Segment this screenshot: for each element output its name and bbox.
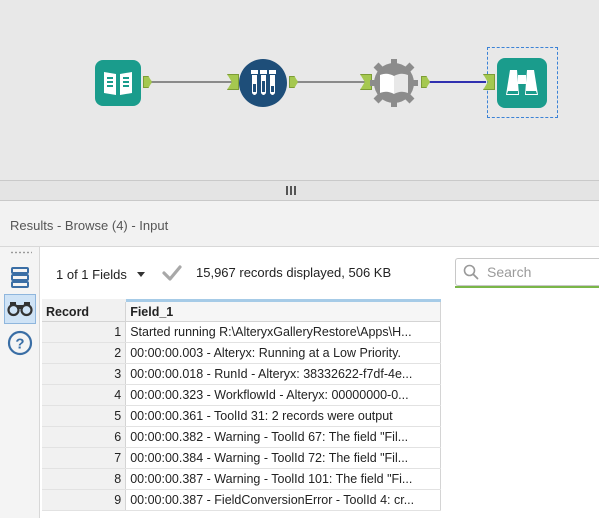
- gear-book-icon: [370, 59, 418, 107]
- run-command-tool[interactable]: [369, 58, 419, 108]
- record-number: 6: [42, 426, 127, 448]
- field-value-cell[interactable]: 00:00:00.361 - ToolId 31: 2 records were…: [125, 405, 441, 427]
- table-row[interactable]: 2 00:00:00.003 - Alteryx: Running at a Lo…: [42, 342, 441, 364]
- checkmark-icon[interactable]: [162, 264, 182, 282]
- connection-line[interactable]: [430, 81, 486, 83]
- caret-down-icon: [136, 271, 145, 277]
- help-icon: ?: [7, 330, 33, 356]
- input-tool[interactable]: [95, 60, 141, 106]
- search-icon: [463, 264, 479, 280]
- record-number: 3: [42, 363, 127, 385]
- results-header: Results - Browse (4) - Input: [0, 201, 599, 247]
- records-info: 15,967 records displayed, 506 KB: [196, 265, 392, 280]
- record-number: 7: [42, 447, 127, 469]
- table-row[interactable]: 4 00:00:00.323 - WorkflowId - Alteryx: 00…: [42, 384, 441, 406]
- output-anchor[interactable]: [143, 76, 152, 88]
- search-input[interactable]: [485, 263, 589, 281]
- test-tool[interactable]: [239, 59, 287, 107]
- table-row[interactable]: 8 00:00:00.387 - Warning - ToolId 101: Th…: [42, 468, 441, 490]
- record-number: 5: [42, 405, 127, 427]
- fields-selector-label: 1 of 1 Fields: [56, 266, 127, 282]
- connection-line[interactable]: [298, 81, 368, 83]
- results-grid[interactable]: Record Field_1 1 Started running R:\Alter…: [42, 299, 441, 511]
- grip-dots-icon[interactable]: [10, 251, 32, 254]
- field-value-cell[interactable]: 00:00:00.387 - Warning - ToolId 101: The…: [125, 468, 441, 490]
- results-title: Results - Browse (4) - Input: [10, 218, 169, 233]
- field-value-cell[interactable]: 00:00:00.384 - Warning - ToolId 72: The …: [125, 447, 441, 469]
- search-underline: [455, 286, 599, 288]
- field-value-cell[interactable]: 00:00:00.323 - WorkflowId - Alteryx: 000…: [125, 384, 441, 406]
- table-view-button[interactable]: [4, 262, 36, 292]
- help-button[interactable]: ?: [4, 328, 36, 358]
- panel-splitter[interactable]: [0, 180, 599, 201]
- field-value-cell[interactable]: Started running R:\AlteryxGalleryRestore…: [125, 321, 441, 343]
- column-header-field-1[interactable]: Field_1: [125, 299, 441, 322]
- splitter-grip-icon[interactable]: [286, 186, 296, 195]
- test-tubes-icon: [251, 70, 276, 95]
- connection-line[interactable]: [152, 81, 236, 83]
- search-box[interactable]: [455, 258, 599, 286]
- table-row[interactable]: 3 00:00:00.018 - RunId - Alteryx: 3833262…: [42, 363, 441, 385]
- record-number: 8: [42, 468, 127, 490]
- table-row[interactable]: 1 Started running R:\AlteryxGalleryRestor…: [42, 321, 441, 343]
- svg-text:?: ?: [15, 336, 24, 353]
- output-anchor[interactable]: [421, 76, 430, 88]
- table-row[interactable]: 7 00:00:00.384 - Warning - ToolId 72: The…: [42, 447, 441, 469]
- header-row: Record Field_1: [42, 299, 441, 322]
- table-row[interactable]: 6 00:00:00.382 - Warning - ToolId 67: The…: [42, 426, 441, 448]
- workflow-canvas[interactable]: [0, 0, 599, 180]
- table-row[interactable]: 9 00:00:00.387 - FieldConversionError - T…: [42, 489, 441, 511]
- field-value-cell[interactable]: 00:00:00.018 - RunId - Alteryx: 38332622…: [125, 363, 441, 385]
- binoculars-icon: [7, 302, 33, 317]
- record-number: 9: [42, 489, 127, 511]
- book-icon: [104, 72, 132, 95]
- table-icon: [11, 267, 29, 288]
- fields-selector-dropdown[interactable]: 1 of 1 Fields: [56, 265, 145, 283]
- record-number: 1: [42, 321, 127, 343]
- output-anchor[interactable]: [289, 76, 298, 88]
- table-row[interactable]: 5 00:00:00.361 - ToolId 31: 2 records wer…: [42, 405, 441, 427]
- record-number: 4: [42, 384, 127, 406]
- field-value-cell[interactable]: 00:00:00.387 - FieldConversionError - To…: [125, 489, 441, 511]
- browse-view-button[interactable]: [4, 294, 36, 324]
- browse-tool[interactable]: [497, 58, 547, 108]
- record-number: 2: [42, 342, 127, 364]
- field-value-cell[interactable]: 00:00:00.382 - Warning - ToolId 67: The …: [125, 426, 441, 448]
- field-value-cell[interactable]: 00:00:00.003 - Alteryx: Running at a Low…: [125, 342, 441, 364]
- column-header-record[interactable]: Record: [42, 299, 127, 322]
- binoculars-icon: [506, 70, 538, 95]
- results-left-toolbar: ?: [0, 247, 40, 518]
